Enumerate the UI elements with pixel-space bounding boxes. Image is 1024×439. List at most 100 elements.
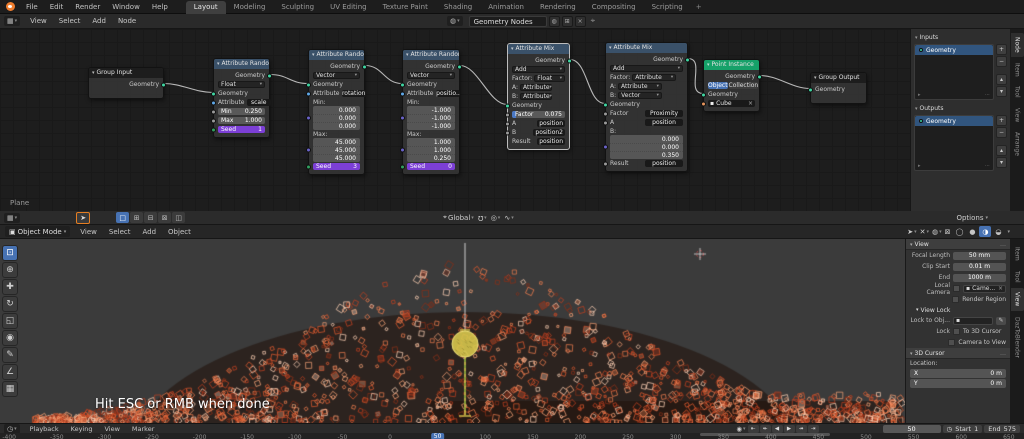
enum-field[interactable]: Vector▾	[407, 72, 455, 79]
node-point-instance[interactable]: ▾Point InstanceGeometryObjectCollectionG…	[703, 59, 760, 112]
select-extend-icon[interactable]: ⊞	[130, 212, 143, 223]
node-socket[interactable]	[757, 74, 762, 79]
text-field[interactable]: scale	[247, 99, 271, 106]
factor-slider[interactable]: Factor0.075	[512, 111, 565, 118]
workspace-tab-modeling[interactable]: Modeling	[226, 1, 274, 14]
node-menu-node[interactable]: Node	[112, 14, 142, 28]
play-reverse-button[interactable]: ◀	[772, 425, 783, 433]
node-socket[interactable]	[603, 161, 608, 166]
node-socket[interactable]	[211, 91, 216, 96]
snap-dropdown[interactable]: Ω▾	[478, 214, 487, 222]
seed-field[interactable]: Seed0	[407, 163, 455, 170]
list-button[interactable]: +	[996, 44, 1007, 55]
node-socket[interactable]	[603, 120, 608, 125]
current-frame-indicator[interactable]: 50	[431, 433, 445, 439]
workspace-tab-compositing[interactable]: Compositing	[584, 1, 644, 14]
sidebar-tab-item[interactable]: Item	[1011, 59, 1024, 81]
tool-add-cube-icon[interactable]: ▦	[2, 381, 18, 397]
node-menu-select[interactable]: Select	[53, 14, 87, 28]
editor-type-dropdown-viewport[interactable]: ▦▾	[4, 213, 20, 223]
node-socket[interactable]	[267, 73, 272, 78]
viewport-menu-object[interactable]: Object	[162, 225, 197, 239]
vector-field[interactable]: 0.0000.0000.350	[610, 135, 683, 159]
node-socket[interactable]	[505, 130, 510, 135]
editor-type-dropdown[interactable]: ▦▾	[4, 16, 20, 26]
socket-list-item[interactable]: Geometry	[915, 116, 993, 126]
workspace-tab-sculpting[interactable]: Sculpting	[273, 1, 322, 14]
node-socket[interactable]	[603, 102, 608, 107]
workspace-tab-animation[interactable]: Animation	[480, 1, 532, 14]
pivot-dropdown[interactable]: ◎▾	[491, 214, 501, 222]
node-socket[interactable]	[211, 118, 216, 123]
select-subtract-icon[interactable]: ⊟	[144, 212, 157, 223]
current-frame-field[interactable]: 50	[883, 425, 941, 433]
clip-start-field[interactable]: 0.01 m	[953, 263, 1006, 271]
enum-field[interactable]: Attribute▾	[632, 74, 676, 81]
sidebar-tab-node[interactable]: Node	[1011, 33, 1024, 57]
list-button[interactable]: −	[996, 127, 1007, 138]
select-new-icon[interactable]: □	[116, 212, 129, 223]
enum-field[interactable]: Add▾	[512, 66, 565, 73]
jump-to-start-button[interactable]: ⇤	[748, 425, 759, 433]
vector-field[interactable]: 45.00045.00045.000	[313, 138, 360, 162]
node-attribute-mix[interactable]: ▾Attribute MixGeometryAdd▾Factor:Attribu…	[605, 42, 688, 172]
n-panel-tab-tool[interactable]: Tool	[1011, 267, 1024, 287]
vector-field[interactable]: -1.000-1.000-1.000	[407, 106, 455, 130]
toggle-collection[interactable]: Collection	[729, 82, 759, 89]
vector-field[interactable]: 0.0000.0000.000	[313, 106, 360, 130]
node-header[interactable]: ▾Attribute Randomize	[403, 50, 459, 60]
node-socket[interactable]	[567, 58, 572, 63]
timeline-ruler[interactable]: -400-350-300-250-200-150-100-50010015020…	[0, 433, 1024, 439]
view-panel-header[interactable]: ▾View…	[906, 239, 1010, 250]
frame-start-field[interactable]: ◷Start1	[943, 425, 983, 433]
xray-toggle[interactable]: ⊠	[945, 228, 951, 236]
next-keyframe-button[interactable]: ↠	[796, 425, 807, 433]
to-3d-cursor-checkbox[interactable]	[953, 328, 960, 335]
cursor-x-field[interactable]: X0 m	[910, 369, 1006, 378]
text-field[interactable]: rotation	[342, 90, 366, 97]
gizmos-toggle[interactable]: ✕▾	[920, 228, 929, 236]
shading-solid-icon[interactable]: ●	[966, 226, 978, 237]
tool-measure-icon[interactable]: ∠	[2, 364, 18, 380]
node-socket[interactable]	[362, 64, 367, 69]
vector-field[interactable]: 1.0001.0000.250	[407, 138, 455, 162]
node-socket[interactable]	[306, 148, 311, 153]
tool-rotate-icon[interactable]: ↻	[2, 296, 18, 312]
node-socket[interactable]	[603, 145, 608, 150]
active-tool-button[interactable]: ➤	[76, 212, 90, 224]
node-socket[interactable]	[211, 100, 216, 105]
socket-list-item[interactable]: Geometry	[915, 45, 993, 55]
node-header[interactable]: ▾Point Instance	[704, 60, 759, 70]
camera-to-view-checkbox[interactable]	[948, 339, 955, 346]
node-header[interactable]: ▾Attribute Randomize	[214, 59, 269, 69]
node-socket[interactable]	[211, 109, 216, 114]
viewport-menu-select[interactable]: Select	[103, 225, 137, 239]
new-node-tree-button[interactable]: ⊞	[562, 16, 573, 27]
viewport-menu-add[interactable]: Add	[136, 225, 162, 239]
sidebar-tab-tool[interactable]: Tool	[1011, 82, 1024, 102]
overlays-toggle[interactable]: ◍▾	[932, 228, 942, 236]
tool-select-box-icon[interactable]: ⊡	[2, 245, 18, 261]
list-button[interactable]: −	[996, 56, 1007, 67]
auto-keying-toggle[interactable]: ◉▾	[736, 425, 745, 433]
node-socket[interactable]	[505, 112, 510, 117]
unlink-node-tree-button[interactable]: ×	[575, 16, 586, 27]
node-socket[interactable]	[400, 91, 405, 96]
node-header[interactable]: ▾Attribute Mix	[606, 43, 687, 53]
enum-field[interactable]: Attribute▾	[520, 84, 552, 91]
timeline-editor-dropdown[interactable]: ◷▾	[4, 424, 20, 434]
text-field[interactable]: positio..	[436, 90, 461, 97]
node-socket[interactable]	[306, 116, 311, 121]
workspace-tab-shading[interactable]: Shading	[436, 1, 480, 14]
number-field[interactable]: Min0.250	[218, 108, 265, 115]
tool-transform-icon[interactable]: ◉	[2, 330, 18, 346]
fake-user-button[interactable]: ◍	[549, 16, 560, 27]
node-socket[interactable]	[400, 164, 405, 169]
seed-field[interactable]: Seed3	[313, 163, 360, 170]
node-header[interactable]: ▾Group Output	[811, 73, 866, 83]
add-workspace-button[interactable]: +	[691, 1, 707, 14]
viewport-menu-view[interactable]: View	[74, 225, 103, 239]
menu-window[interactable]: Window	[106, 0, 146, 14]
node-socket[interactable]	[685, 57, 690, 62]
node-socket[interactable]	[808, 87, 813, 92]
